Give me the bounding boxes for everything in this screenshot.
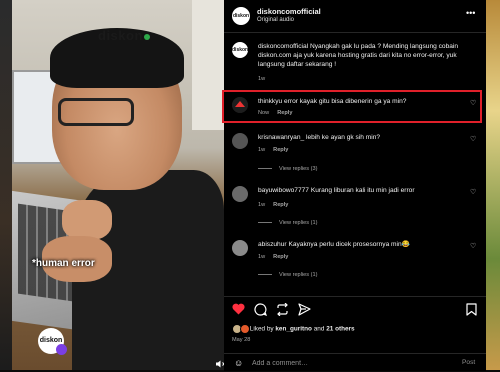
comment-meta: 1w Reply [258,147,288,153]
reply-button[interactable]: Reply [273,254,288,260]
post-detail-panel: diskon diskoncomofficial Original audio … [222,0,486,371]
background-left [0,0,12,370]
liked-by-and: and [313,325,325,333]
liker-avatar [240,324,250,334]
video-shelf [192,0,224,130]
comment-icon[interactable] [254,303,267,319]
view-replies-label: View replies (1) [279,272,318,278]
comment-time: 1w [258,202,266,208]
reply-button[interactable]: Reply [277,110,292,116]
commenter-avatar[interactable] [232,240,248,256]
liked-by-text: Liked by ken_guritno and 21 others [232,324,355,334]
comment-time: 1w [258,254,266,260]
comment-text: krisnawanryan_ lebih ke ayan gk sih min? [258,133,468,142]
comment-meta: 1w Reply [258,254,288,260]
view-replies-button[interactable]: View replies (1) [258,220,317,226]
post-actions-bar: Liked by ken_guritno and 21 others May 2… [224,296,486,371]
comment-meta: 1w Reply [258,202,288,208]
caption-text: diskoncomofficial Nyangkah gak lu pada ?… [258,42,468,69]
liked-by-user[interactable]: ken_guritno [275,326,312,333]
comment-text: thinkkyu error kayak gitu bisa dibenerin… [258,97,468,106]
like-heart-icon[interactable] [232,303,245,318]
comment-text: bayuwibowo7777 Kurang liburan kali itu m… [258,186,468,195]
author-username[interactable]: diskoncomofficial [257,7,321,16]
background-right [486,0,500,370]
comment-username[interactable]: krisnawanryan_ [258,134,304,141]
video-person-hand [62,200,112,240]
video-player[interactable]: diskon *human error diskon [12,0,224,370]
comment-body: error kayak gitu bisa dibenerin ga ya mi… [284,98,407,105]
video-watermark: diskon [98,28,151,43]
post-comment-button[interactable]: Post [462,359,475,366]
bookmark-icon[interactable] [466,303,477,319]
video-brand-badge [56,344,67,355]
caption-username[interactable]: diskoncomofficial [258,43,308,50]
view-replies-label: View replies (3) [279,166,318,172]
reply-button[interactable]: Reply [273,147,288,153]
view-replies-label: View replies (1) [279,220,318,226]
post-date: May 28 [232,337,251,343]
comment-username[interactable]: bayuwibowo7777 [258,187,309,194]
header-divider [224,32,486,33]
like-comment-icon[interactable]: ♡ [470,135,476,143]
like-comment-icon[interactable]: ♡ [470,188,476,196]
commenter-avatar[interactable] [232,186,248,202]
comment-input[interactable] [252,357,432,369]
commenter-avatar[interactable] [232,133,248,149]
more-options-icon[interactable]: ••• [466,8,475,18]
post-header: diskon diskoncomofficial Original audio … [224,0,486,32]
video-caption: *human error [32,258,95,269]
like-comment-icon[interactable]: ♡ [470,242,476,250]
liked-by-prefix: Liked by [249,325,274,333]
view-replies-button[interactable]: View replies (1) [258,272,317,278]
comment-meta: Now Reply [258,110,292,116]
comment-username[interactable]: abiszuhur [258,241,287,248]
comment-username[interactable]: thinkkyu [258,98,282,105]
commenter-avatar[interactable] [232,97,248,113]
share-icon[interactable] [298,303,311,319]
view-replies-button[interactable]: View replies (3) [258,166,317,172]
repost-icon[interactable] [276,302,289,319]
author-avatar[interactable]: diskon [232,7,250,25]
like-comment-icon[interactable]: ♡ [470,99,476,107]
caption-time: 1w [258,76,266,82]
comment-body: lebih ke ayan gk sih min? [306,134,381,141]
comment-time: 1w [258,147,266,153]
audio-label[interactable]: Original audio [257,17,294,23]
comment-body: Kayaknya perlu dicek prosesornya min😂 [288,241,410,248]
liked-by-others[interactable]: 21 others [326,326,354,333]
comment-text: abiszuhur Kayaknya perlu dicek prosesorn… [258,240,468,249]
comment-body: Kurang liburan kali itu min jadi error [310,187,415,194]
video-person-glasses [58,98,134,126]
highlighted-comment-box [222,90,482,123]
comment-time: Now [258,110,270,116]
mute-icon[interactable] [216,360,224,368]
reply-button[interactable]: Reply [273,202,288,208]
add-comment-bar: ☺ Post [224,353,486,372]
emoji-icon[interactable]: ☺ [234,358,243,368]
caption-avatar[interactable]: diskon [232,42,248,58]
